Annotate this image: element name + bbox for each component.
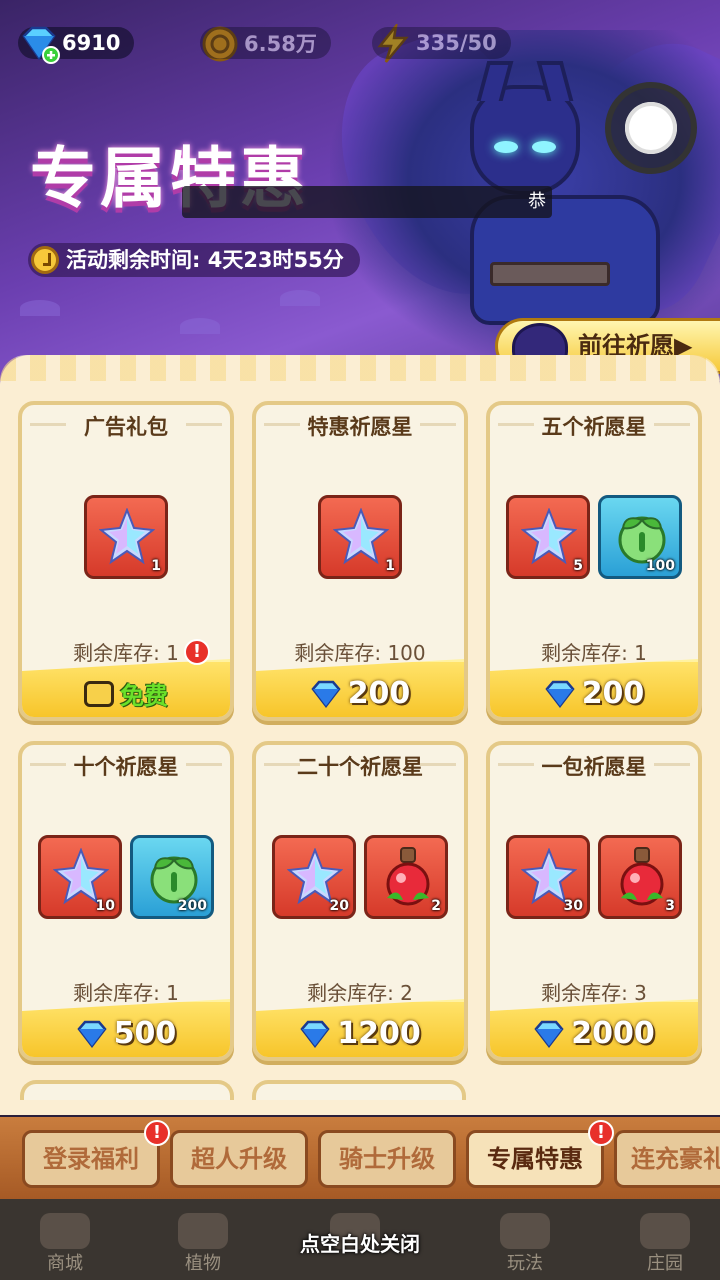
item-quantity: 1: [151, 558, 161, 574]
tab-item[interactable]: 骑士升级: [318, 1130, 456, 1188]
buy-button[interactable]: 200: [490, 659, 698, 717]
offer-items: 10 200: [22, 835, 230, 919]
diamond-icon: [77, 1020, 107, 1048]
potion-item[interactable]: 2: [364, 835, 448, 919]
item-quantity: 1: [385, 558, 395, 574]
obscured-text-strip: 恭: [182, 186, 552, 218]
offer-panel: 广告礼包 1 剩余库存: 1 免费! 特惠祈愿星 1 剩余库存: 100 200…: [0, 355, 720, 1115]
hero-bat-character: [470, 61, 580, 195]
item-quantity: 10: [95, 898, 115, 914]
diamond-plus-icon: [22, 26, 60, 64]
offer-name: 一包祈愿星: [490, 751, 698, 781]
notification-badge: !: [144, 1120, 170, 1146]
item-quantity: 30: [563, 898, 583, 914]
offer-card[interactable]: 十个祈愿星 10 200 剩余库存: 1 500: [18, 741, 234, 1061]
category-tabs: 登录福利! 超人升级 骑士升级 专属特惠! 连充豪礼: [0, 1117, 720, 1199]
diamond-icon: [534, 1020, 564, 1048]
event-timer-label: 活动剩余时间: 4天23时55分: [66, 248, 344, 272]
offer-card[interactable]: 五个祈愿星 5 100 剩余库存: 1 200: [486, 401, 702, 721]
buy-button[interactable]: 200: [256, 659, 464, 717]
diamond-icon: [545, 680, 575, 708]
buy-button[interactable]: 免费: [22, 659, 230, 717]
item-quantity: 200: [177, 898, 207, 914]
offer-items: 5 100: [490, 495, 698, 579]
offer-grid: 广告礼包 1 剩余库存: 1 免费! 特惠祈愿星 1 剩余库存: 100 200…: [18, 401, 702, 1061]
close-hint[interactable]: 点空白处关闭: [0, 1228, 720, 1257]
next-card-peek: [252, 1080, 466, 1100]
offer-items: 20 2: [256, 835, 464, 919]
offer-items: 1: [256, 495, 464, 579]
diamond-icon: [311, 680, 341, 708]
tab-item[interactable]: 专属特惠: [466, 1130, 604, 1188]
star-item[interactable]: 5: [506, 495, 590, 579]
price-amount: 200: [347, 676, 411, 711]
offer-items: 30 3: [490, 835, 698, 919]
offer-card[interactable]: 一包祈愿星 30 3 剩余库存: 3 2000: [486, 741, 702, 1061]
buy-button[interactable]: 1200: [256, 999, 464, 1057]
offer-name: 五个祈愿星: [490, 411, 698, 441]
offer-name: 十个祈愿星: [22, 751, 230, 781]
tab-item[interactable]: 连充豪礼: [614, 1130, 720, 1188]
offer-name: 广告礼包: [22, 411, 230, 441]
energy-amount: 335/50: [416, 31, 497, 55]
floating-record-button[interactable]: [605, 82, 697, 174]
star-item[interactable]: 1: [84, 495, 168, 579]
clock-icon: [31, 246, 59, 274]
next-card-peek: [20, 1080, 234, 1100]
price-amount: 2000: [571, 1016, 655, 1051]
item-quantity: 5: [573, 558, 583, 574]
offer-name: 特惠祈愿星: [256, 411, 464, 441]
notification-badge: !: [184, 639, 210, 665]
gold-amount: 6.58万: [244, 32, 317, 56]
event-timer: 活动剩余时间: 4天23时55分: [28, 243, 360, 277]
gold-counter[interactable]: 6.58万: [200, 22, 331, 64]
bat-decoration: [180, 318, 220, 334]
notification-badge: !: [588, 1120, 614, 1146]
tab-item[interactable]: 超人升级: [170, 1130, 308, 1188]
star-item[interactable]: 10: [38, 835, 122, 919]
tab-label: 连充豪礼: [631, 1145, 720, 1173]
offer-card[interactable]: 广告礼包 1 剩余库存: 1 免费!: [18, 401, 234, 721]
offer-items: 1: [22, 495, 230, 579]
tab-item[interactable]: 登录福利: [22, 1130, 160, 1188]
offer-name: 二十个祈愿星: [256, 751, 464, 781]
star-item[interactable]: 30: [506, 835, 590, 919]
hero-belt: [490, 262, 610, 286]
ad-video-icon: [84, 680, 114, 707]
leaf-item[interactable]: 200: [130, 835, 214, 919]
leaf-item[interactable]: 100: [598, 495, 682, 579]
bat-decoration: [20, 300, 60, 316]
energy-counter[interactable]: 335/50: [372, 22, 511, 64]
potion-item[interactable]: 3: [598, 835, 682, 919]
item-quantity: 3: [665, 898, 675, 914]
star-item[interactable]: 1: [318, 495, 402, 579]
diamond-amount: 6910: [62, 31, 121, 55]
offer-card[interactable]: 二十个祈愿星 20 2 剩余库存: 2 1200: [252, 741, 468, 1061]
star-item[interactable]: 20: [272, 835, 356, 919]
price-amount: 500: [113, 1016, 177, 1051]
tab-label: 专属特惠: [487, 1145, 583, 1173]
item-quantity: 100: [645, 558, 675, 574]
item-quantity: 20: [329, 898, 349, 914]
offer-card[interactable]: 特惠祈愿星 1 剩余库存: 100 200: [252, 401, 468, 721]
item-quantity: 2: [431, 898, 441, 914]
price-amount: 200: [581, 676, 645, 711]
price-amount: 1200: [337, 1016, 421, 1051]
tab-label: 骑士升级: [339, 1145, 435, 1173]
price-free: 免费: [120, 682, 168, 710]
diamond-icon: [300, 1020, 330, 1048]
bat-decoration: [280, 290, 320, 306]
diamond-counter[interactable]: 6910: [18, 22, 135, 64]
tab-label: 超人升级: [191, 1145, 287, 1173]
tab-label: 登录福利: [43, 1145, 139, 1173]
buy-button[interactable]: 2000: [490, 999, 698, 1057]
buy-button[interactable]: 500: [22, 999, 230, 1057]
